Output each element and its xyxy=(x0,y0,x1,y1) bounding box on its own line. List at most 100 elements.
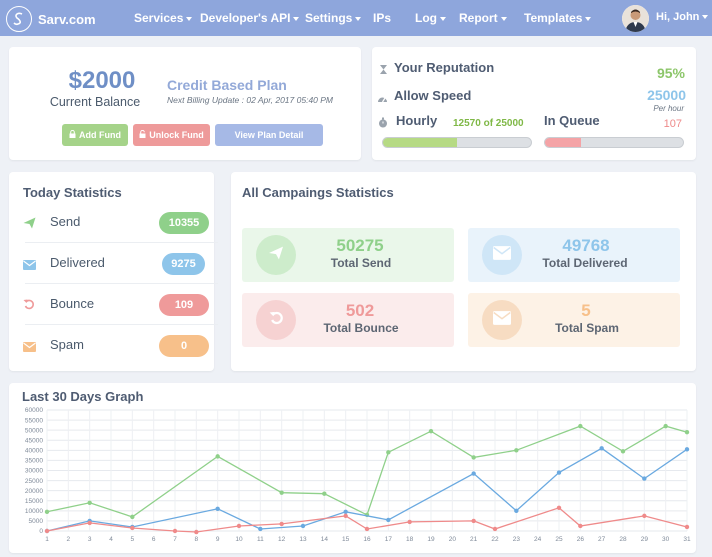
hourly-value: 12570 of 25000 xyxy=(453,118,524,129)
logo-icon xyxy=(6,6,32,32)
y-tick-label: 20000 xyxy=(25,488,43,495)
data-point xyxy=(130,514,135,520)
data-point xyxy=(386,517,391,523)
data-point xyxy=(172,528,178,534)
caret-down-icon xyxy=(440,16,446,21)
nav-label: Templates xyxy=(524,11,583,25)
spam-label: Spam xyxy=(50,337,84,352)
nav-settings[interactable]: Settings xyxy=(305,11,362,25)
data-point xyxy=(386,450,391,455)
data-point xyxy=(599,446,604,451)
line-chart: 0 5000 10000 15000 20000 25000 30000 35000 40000… xyxy=(25,407,691,543)
total-spam-tile[interactable]: 5 Total Spam xyxy=(468,293,680,347)
data-point xyxy=(343,509,348,515)
total-send-tile[interactable]: 50275 Total Send xyxy=(242,228,454,282)
data-point xyxy=(258,526,263,532)
total-bounce-tile[interactable]: 502 Total Bounce xyxy=(242,293,454,347)
nav-label: Settings xyxy=(305,11,353,25)
y-tick-label: 15000 xyxy=(25,498,43,505)
x-tick-label: 7 xyxy=(173,536,177,543)
nav-label: Services xyxy=(134,11,184,25)
data-point xyxy=(322,491,327,496)
nav-developers-api[interactable]: Developer's API xyxy=(200,11,300,25)
y-tick-label: 35000 xyxy=(25,458,43,465)
x-tick-label: 25 xyxy=(555,536,563,543)
avatar[interactable] xyxy=(622,5,649,32)
x-tick-label: 19 xyxy=(427,536,435,543)
data-point xyxy=(578,423,583,429)
balance-label: Current Balance xyxy=(49,95,141,109)
data-point xyxy=(87,500,92,505)
nav-ips[interactable]: IPs xyxy=(373,11,391,25)
delivered-count-badge: 9275 xyxy=(162,253,205,275)
x-tick-label: 20 xyxy=(449,536,457,543)
data-point xyxy=(492,526,498,532)
queue-value: 107 xyxy=(663,118,682,130)
nav-label: Log xyxy=(415,11,437,25)
x-tick-label: 28 xyxy=(619,536,627,543)
x-tick-label: 30 xyxy=(662,536,670,543)
send-count-badge: 10355 xyxy=(159,212,209,234)
spam-circle xyxy=(482,300,522,340)
x-tick-label: 23 xyxy=(513,536,521,543)
data-point xyxy=(130,525,135,531)
bounce-label: Bounce xyxy=(50,296,95,311)
nav-label: Report xyxy=(459,11,498,25)
envelope-icon xyxy=(23,257,36,275)
x-tick-label: 27 xyxy=(598,536,606,543)
nav-log[interactable]: Log xyxy=(415,11,446,25)
brand[interactable]: Sarv.com xyxy=(6,6,96,32)
data-point xyxy=(642,513,647,519)
x-tick-label: 21 xyxy=(470,536,478,543)
view-plan-detail-button[interactable]: View Plan Detail xyxy=(215,124,323,146)
total-bounce-label: Total Bounce xyxy=(323,321,399,335)
queue-progress-fill xyxy=(545,138,581,147)
paper-plane-icon xyxy=(23,216,36,234)
reputation-value: 95% xyxy=(656,65,685,81)
x-tick-label: 3 xyxy=(88,536,92,543)
data-point xyxy=(407,519,412,525)
send-label: Send xyxy=(50,214,81,229)
reputation-card: Your Reputation 95% Allow Speed 25000 Pe… xyxy=(372,47,696,160)
hourly-progress-bar xyxy=(382,137,532,148)
nav-report[interactable]: Report xyxy=(459,11,507,25)
y-tick-label: 60000 xyxy=(25,407,43,414)
add-fund-button[interactable]: Add Fund xyxy=(62,124,128,146)
data-point xyxy=(514,448,519,453)
nav-services[interactable]: Services xyxy=(134,11,193,25)
view-plan-label: View Plan Detail xyxy=(234,130,304,140)
billing-info: Next Billing Update : 02 Apr, 2017 05:40… xyxy=(167,95,334,105)
caret-down-icon xyxy=(355,16,362,21)
plan-name: Credit Based Plan xyxy=(167,77,287,93)
data-point xyxy=(471,471,476,476)
nav-templates[interactable]: Templates xyxy=(524,11,592,25)
total-bounce-number: 502 xyxy=(345,301,375,320)
nav-label: IPs xyxy=(373,11,392,25)
data-point xyxy=(684,447,690,452)
x-tick-label: 11 xyxy=(257,536,264,543)
paper-plane-icon xyxy=(268,246,284,265)
data-point xyxy=(236,523,242,529)
y-tick-label: 50000 xyxy=(25,427,43,434)
data-point xyxy=(44,509,50,515)
y-tick-label: 25000 xyxy=(25,478,43,485)
total-delivered-tile[interactable]: 49768 Total Delivered xyxy=(468,228,680,282)
user-menu[interactable]: Hi, John xyxy=(656,11,709,23)
today-statistics-card: Today Statistics Send 10355 Delivered 92… xyxy=(9,172,218,371)
caret-down-icon xyxy=(186,16,193,21)
x-tick-label: 12 xyxy=(278,536,286,543)
total-delivered-label: Total Delivered xyxy=(542,256,628,270)
unlock-icon xyxy=(139,129,146,140)
unlock-fund-button[interactable]: Unlock Fund xyxy=(133,124,210,146)
user-greeting: Hi, John xyxy=(656,11,700,23)
campaign-statistics-card: All Campaings Statistics 50275 Total Sen… xyxy=(231,172,696,371)
x-tick-label: 9 xyxy=(216,536,220,543)
campaign-statistics-title: All Campaings Statistics xyxy=(242,185,394,200)
data-point xyxy=(428,428,434,434)
y-tick-label: 0 xyxy=(39,528,43,535)
total-send-number: 50275 xyxy=(336,236,384,255)
data-point xyxy=(279,521,284,527)
speed-unit: Per hour xyxy=(653,104,684,113)
total-spam-label: Total Spam xyxy=(555,321,619,335)
data-point xyxy=(343,513,348,519)
